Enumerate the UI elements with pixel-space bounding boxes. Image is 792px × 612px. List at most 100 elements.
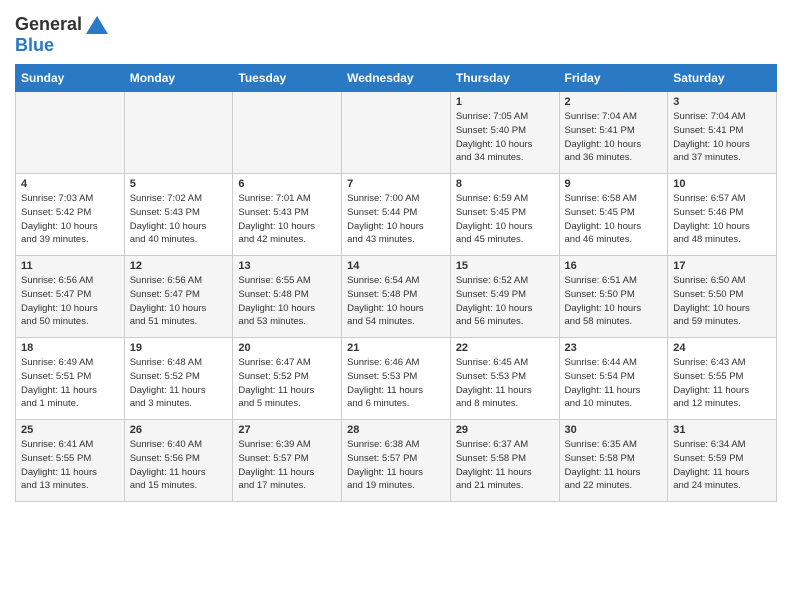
- day-info: Sunrise: 6:55 AM Sunset: 5:48 PM Dayligh…: [238, 274, 336, 329]
- calendar-cell: 3Sunrise: 7:04 AM Sunset: 5:41 PM Daylig…: [668, 92, 777, 174]
- day-info: Sunrise: 6:34 AM Sunset: 5:59 PM Dayligh…: [673, 438, 771, 493]
- calendar-cell: 16 Sunrise: 6:51 AM Sunset: 5:50 PM Dayli…: [559, 256, 668, 338]
- day-info: Sunrise: 7:01 AM Sunset: 5:43 PM Dayligh…: [238, 192, 336, 247]
- day-number: 24: [673, 342, 771, 354]
- day-number: 17: [673, 260, 771, 272]
- calendar-week-row: 25 Sunrise: 6:41 AM Sunset: 5:55 PM Dayli…: [16, 420, 777, 502]
- day-number: 15: [456, 260, 554, 272]
- day-number: 26: [130, 424, 228, 436]
- calendar-cell: 13 Sunrise: 6:55 AM Sunset: 5:48 PM Dayli…: [233, 256, 342, 338]
- day-number: 21: [347, 342, 445, 354]
- day-info: Sunrise: 6:44 AM Sunset: 5:54 PM Dayligh…: [565, 356, 663, 411]
- day-info: Sunrise: 6:37 AM Sunset: 5:58 PM Dayligh…: [456, 438, 554, 493]
- calendar-cell: [342, 92, 451, 174]
- day-info: Sunrise: 6:57 AM Sunset: 5:46 PM Dayligh…: [673, 192, 771, 247]
- day-info: Sunrise: 6:45 AM Sunset: 5:53 PM Dayligh…: [456, 356, 554, 411]
- day-number: 9: [565, 178, 663, 190]
- calendar-week-row: 11Sunrise: 6:56 AM Sunset: 5:47 PM Dayli…: [16, 256, 777, 338]
- day-number: 1: [456, 96, 554, 108]
- calendar-cell: 26 Sunrise: 6:40 AM Sunset: 5:56 PM Dayli…: [124, 420, 233, 502]
- day-info: Sunrise: 6:48 AM Sunset: 5:52 PM Dayligh…: [130, 356, 228, 411]
- calendar-cell: 24Sunrise: 6:43 AM Sunset: 5:55 PM Dayli…: [668, 338, 777, 420]
- calendar-cell: 20Sunrise: 6:47 AM Sunset: 5:52 PM Dayli…: [233, 338, 342, 420]
- day-number: 13: [238, 260, 336, 272]
- calendar-cell: 11Sunrise: 6:56 AM Sunset: 5:47 PM Dayli…: [16, 256, 125, 338]
- weekday-header-thursday: Thursday: [450, 65, 559, 92]
- logo: General Blue: [15, 10, 108, 56]
- day-info: Sunrise: 7:04 AM Sunset: 5:41 PM Dayligh…: [673, 110, 771, 165]
- day-number: 28: [347, 424, 445, 436]
- calendar-cell: 29 Sunrise: 6:37 AM Sunset: 5:58 PM Dayli…: [450, 420, 559, 502]
- calendar-cell: 17 Sunrise: 6:50 AM Sunset: 5:50 PM Dayli…: [668, 256, 777, 338]
- day-number: 29: [456, 424, 554, 436]
- calendar-cell: [16, 92, 125, 174]
- calendar-cell: 18Sunrise: 6:49 AM Sunset: 5:51 PM Dayli…: [16, 338, 125, 420]
- day-info: Sunrise: 6:35 AM Sunset: 5:58 PM Dayligh…: [565, 438, 663, 493]
- weekday-header-wednesday: Wednesday: [342, 65, 451, 92]
- day-number: 16: [565, 260, 663, 272]
- calendar-cell: 15 Sunrise: 6:52 AM Sunset: 5:49 PM Dayli…: [450, 256, 559, 338]
- day-info: Sunrise: 6:41 AM Sunset: 5:55 PM Dayligh…: [21, 438, 119, 493]
- logo-blue-text: Blue: [15, 35, 54, 56]
- day-info: Sunrise: 6:59 AM Sunset: 5:45 PM Dayligh…: [456, 192, 554, 247]
- day-number: 14: [347, 260, 445, 272]
- calendar-week-row: 4 Sunrise: 7:03 AM Sunset: 5:42 PM Daylig…: [16, 174, 777, 256]
- day-number: 19: [130, 342, 228, 354]
- calendar-cell: 21 Sunrise: 6:46 AM Sunset: 5:53 PM Dayli…: [342, 338, 451, 420]
- day-info: Sunrise: 6:52 AM Sunset: 5:49 PM Dayligh…: [456, 274, 554, 329]
- calendar-cell: 22 Sunrise: 6:45 AM Sunset: 5:53 PM Dayli…: [450, 338, 559, 420]
- day-info: Sunrise: 6:50 AM Sunset: 5:50 PM Dayligh…: [673, 274, 771, 329]
- day-number: 22: [456, 342, 554, 354]
- day-number: 2: [565, 96, 663, 108]
- day-info: Sunrise: 6:58 AM Sunset: 5:45 PM Dayligh…: [565, 192, 663, 247]
- calendar-cell: 5 Sunrise: 7:02 AM Sunset: 5:43 PM Daylig…: [124, 174, 233, 256]
- calendar-cell: 10 Sunrise: 6:57 AM Sunset: 5:46 PM Dayli…: [668, 174, 777, 256]
- calendar-cell: 2 Sunrise: 7:04 AM Sunset: 5:41 PM Daylig…: [559, 92, 668, 174]
- weekday-header-sunday: Sunday: [16, 65, 125, 92]
- day-number: 18: [21, 342, 119, 354]
- logo-icon: [86, 16, 108, 34]
- calendar-cell: 23 Sunrise: 6:44 AM Sunset: 5:54 PM Dayli…: [559, 338, 668, 420]
- day-number: 5: [130, 178, 228, 190]
- weekday-header-saturday: Saturday: [668, 65, 777, 92]
- calendar-cell: 1 Sunrise: 7:05 AM Sunset: 5:40 PM Daylig…: [450, 92, 559, 174]
- calendar-cell: 7 Sunrise: 7:00 AM Sunset: 5:44 PM Daylig…: [342, 174, 451, 256]
- day-info: Sunrise: 6:46 AM Sunset: 5:53 PM Dayligh…: [347, 356, 445, 411]
- day-number: 25: [21, 424, 119, 436]
- calendar-cell: 31 Sunrise: 6:34 AM Sunset: 5:59 PM Dayli…: [668, 420, 777, 502]
- calendar-cell: [124, 92, 233, 174]
- day-info: Sunrise: 6:47 AM Sunset: 5:52 PM Dayligh…: [238, 356, 336, 411]
- calendar-cell: 27 Sunrise: 6:39 AM Sunset: 5:57 PM Dayli…: [233, 420, 342, 502]
- day-info: Sunrise: 6:39 AM Sunset: 5:57 PM Dayligh…: [238, 438, 336, 493]
- calendar-cell: 28 Sunrise: 6:38 AM Sunset: 5:57 PM Dayli…: [342, 420, 451, 502]
- day-number: 11: [21, 260, 119, 272]
- day-number: 10: [673, 178, 771, 190]
- day-number: 12: [130, 260, 228, 272]
- day-info: Sunrise: 6:51 AM Sunset: 5:50 PM Dayligh…: [565, 274, 663, 329]
- day-info: Sunrise: 6:38 AM Sunset: 5:57 PM Dayligh…: [347, 438, 445, 493]
- day-info: Sunrise: 7:05 AM Sunset: 5:40 PM Dayligh…: [456, 110, 554, 165]
- calendar-cell: 8Sunrise: 6:59 AM Sunset: 5:45 PM Daylig…: [450, 174, 559, 256]
- day-info: Sunrise: 7:02 AM Sunset: 5:43 PM Dayligh…: [130, 192, 228, 247]
- day-info: Sunrise: 7:03 AM Sunset: 5:42 PM Dayligh…: [21, 192, 119, 247]
- calendar-week-row: 18Sunrise: 6:49 AM Sunset: 5:51 PM Dayli…: [16, 338, 777, 420]
- day-info: Sunrise: 6:40 AM Sunset: 5:56 PM Dayligh…: [130, 438, 228, 493]
- day-number: 27: [238, 424, 336, 436]
- calendar-cell: 4 Sunrise: 7:03 AM Sunset: 5:42 PM Daylig…: [16, 174, 125, 256]
- calendar-cell: 14Sunrise: 6:54 AM Sunset: 5:48 PM Dayli…: [342, 256, 451, 338]
- calendar-cell: 25 Sunrise: 6:41 AM Sunset: 5:55 PM Dayli…: [16, 420, 125, 502]
- day-number: 7: [347, 178, 445, 190]
- calendar-cell: [233, 92, 342, 174]
- day-number: 4: [21, 178, 119, 190]
- calendar-table: SundayMondayTuesdayWednesdayThursdayFrid…: [15, 64, 777, 502]
- day-info: Sunrise: 7:04 AM Sunset: 5:41 PM Dayligh…: [565, 110, 663, 165]
- calendar-header-row: SundayMondayTuesdayWednesdayThursdayFrid…: [16, 65, 777, 92]
- day-number: 31: [673, 424, 771, 436]
- day-number: 23: [565, 342, 663, 354]
- day-info: Sunrise: 7:00 AM Sunset: 5:44 PM Dayligh…: [347, 192, 445, 247]
- calendar-cell: 30Sunrise: 6:35 AM Sunset: 5:58 PM Dayli…: [559, 420, 668, 502]
- calendar-cell: 19 Sunrise: 6:48 AM Sunset: 5:52 PM Dayli…: [124, 338, 233, 420]
- weekday-header-tuesday: Tuesday: [233, 65, 342, 92]
- weekday-header-friday: Friday: [559, 65, 668, 92]
- calendar-cell: 9 Sunrise: 6:58 AM Sunset: 5:45 PM Daylig…: [559, 174, 668, 256]
